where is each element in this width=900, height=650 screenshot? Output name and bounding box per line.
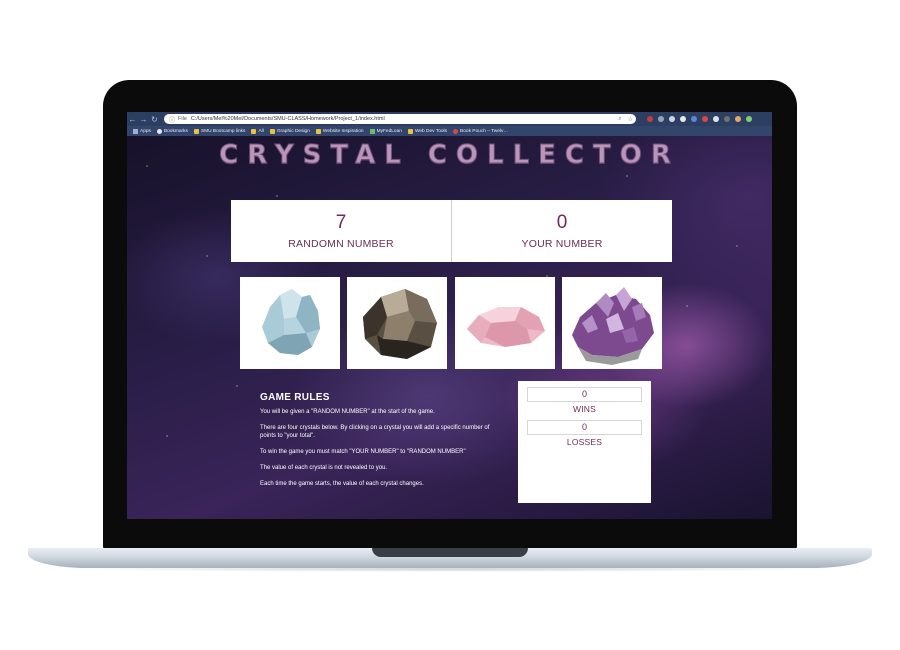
rules-line: Each time the game starts, the value of …	[260, 481, 424, 487]
extension-icon[interactable]	[690, 116, 697, 122]
bookmark-star-icon[interactable]: ☆	[628, 116, 633, 123]
bookmark-label: Web Dev Tools	[414, 128, 448, 134]
address-bar[interactable]: ⓘ File C:/Users/Mel%20Mel/Documents/SMU-…	[164, 114, 636, 124]
bookmark-graphic-design[interactable]: Graphic Design	[269, 128, 310, 134]
bookmark-label: Website Inspiration	[322, 128, 364, 134]
extension-icon[interactable]	[679, 116, 686, 122]
losses-count: 0	[527, 420, 642, 435]
game-rules: GAME RULES You will be given a "RANDOM N…	[260, 392, 505, 496]
url-text[interactable]: C:/Users/Mel%20Mel/Documents/SMU-CLASS/H…	[191, 116, 615, 122]
game-page: CRYSTAL COLLECTOR 7 RANDOMN NUMBER 0 YOU…	[127, 136, 772, 519]
bookmark-website-inspiration[interactable]: Website Inspiration	[315, 128, 364, 134]
your-number-box: 0 YOUR NUMBER	[452, 200, 672, 262]
bookmark-book-pouch[interactable]: Book Pouch – Twelv…	[453, 128, 509, 134]
bookmark-label: Apps	[140, 128, 151, 134]
bookmark-label: MyFedLoan	[376, 128, 402, 134]
forward-icon[interactable]: →	[138, 115, 149, 124]
reload-icon[interactable]: ↻	[149, 115, 160, 124]
bookmark-label: Graphic Design	[276, 128, 310, 134]
star-icon	[156, 128, 162, 134]
apps-grid-icon	[133, 128, 138, 134]
bookmark-label: Bookmarks	[163, 128, 188, 134]
win-loss-panel: 0 WINS 0 LOSSES	[518, 381, 651, 503]
rules-heading: GAME RULES	[260, 392, 330, 403]
rules-line: The value of each crystal is not reveale…	[260, 465, 388, 471]
crystal-button-2[interactable]	[347, 277, 447, 369]
smoky-quartz-crystal-icon	[363, 289, 437, 359]
bookmark-apps[interactable]: Apps	[133, 128, 151, 134]
crystal-button-1[interactable]	[240, 277, 340, 369]
bookmark-bookmarks[interactable]: Bookmarks	[156, 128, 188, 134]
folder-icon	[269, 128, 275, 134]
page-title: CRYSTAL COLLECTOR	[219, 140, 680, 171]
extension-icon[interactable]	[657, 116, 664, 122]
bookmark-myfedloan[interactable]: MyFedLoan	[369, 128, 402, 134]
rose-quartz-crystal-icon	[467, 307, 545, 347]
file-scheme-label: File	[178, 116, 187, 122]
losses-label: LOSSES	[566, 437, 603, 447]
amethyst-crystal-icon	[572, 287, 654, 365]
your-number-label: YOUR NUMBER	[521, 238, 603, 250]
extension-icon[interactable]	[723, 116, 730, 122]
site-favicon-icon	[369, 128, 375, 134]
back-icon[interactable]: ←	[127, 115, 138, 124]
folder-icon	[193, 128, 199, 134]
info-icon[interactable]: ⓘ	[169, 115, 175, 124]
wins-label: WINS	[573, 404, 596, 414]
your-number-value: 0	[556, 212, 568, 233]
blue-calcite-crystal-icon	[262, 289, 320, 355]
bookmark-web-dev-tools[interactable]: Web Dev Tools	[407, 128, 448, 134]
crystal-button-4[interactable]	[562, 277, 662, 369]
folder-icon	[407, 128, 413, 134]
rules-line: You will be given a "RANDOM NUMBER" at t…	[260, 409, 435, 415]
bookmark-label: Book Pouch – Twelv…	[460, 128, 509, 134]
zoom-icon[interactable]: ⌕	[618, 116, 621, 123]
menu-icon[interactable]	[745, 116, 752, 122]
rules-line: There are four crystals below. By clicki…	[260, 425, 490, 439]
extension-icon[interactable]	[668, 116, 675, 122]
extension-icons	[644, 116, 754, 122]
wins-count: 0	[527, 387, 642, 402]
folder-icon	[315, 128, 321, 134]
bookmark-smu-bootcamp[interactable]: SMU Bootcamp links	[193, 128, 246, 134]
extension-icon[interactable]	[701, 116, 708, 122]
crystal-button-3[interactable]	[455, 277, 555, 369]
random-number-value: 7	[335, 212, 347, 233]
laptop-screen: ← → ↻ ⓘ File C:/Users/Mel%20Mel/Document…	[127, 112, 772, 519]
rules-line: To win the game you must match "YOUR NUM…	[260, 449, 466, 455]
bookmarks-bar: Apps Bookmarks SMU Bootcamp links All Gr…	[127, 126, 772, 136]
profile-avatar-icon[interactable]	[734, 116, 741, 122]
bookmark-label: All	[258, 128, 264, 134]
extension-icon[interactable]	[646, 116, 653, 122]
bookmark-label: SMU Bootcamp links	[200, 128, 246, 134]
laptop-notch	[372, 548, 528, 557]
browser-toolbar: ← → ↻ ⓘ File C:/Users/Mel%20Mel/Document…	[127, 112, 772, 126]
extension-icon[interactable]	[712, 116, 719, 122]
folder-icon	[251, 128, 257, 134]
site-favicon-icon	[453, 128, 459, 134]
random-number-label: RANDOMN NUMBER	[288, 238, 394, 250]
bookmark-all[interactable]: All	[251, 128, 264, 134]
random-number-box: 7 RANDOMN NUMBER	[231, 200, 452, 262]
